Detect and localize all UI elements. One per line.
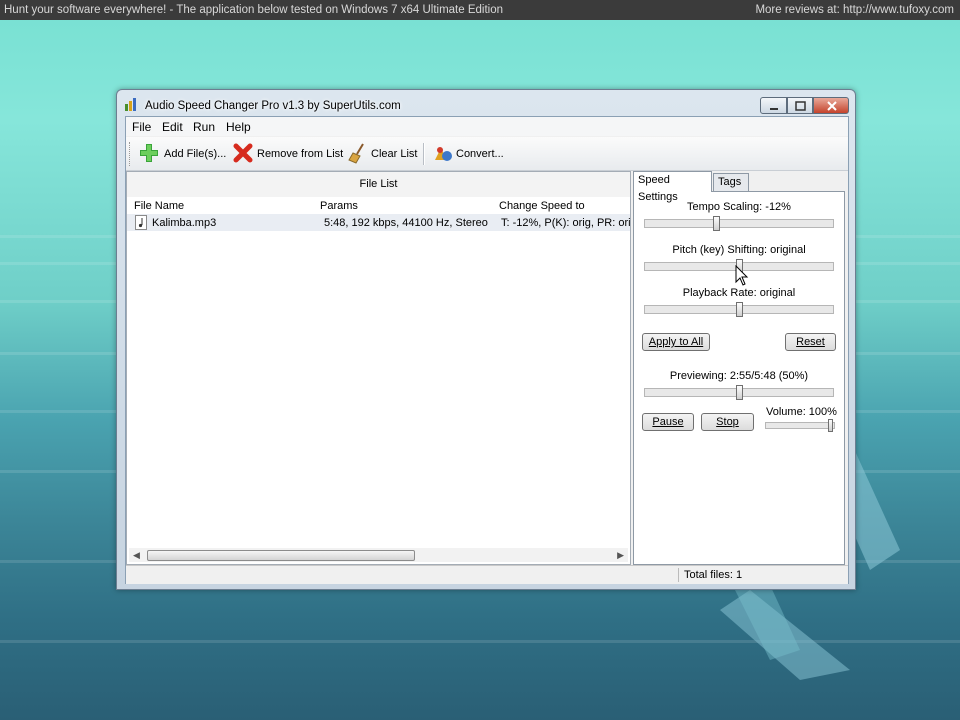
file-list-title: File List bbox=[127, 172, 630, 198]
column-change-speed[interactable]: Change Speed to bbox=[499, 200, 585, 212]
tab-speed-settings[interactable]: Speed Settings bbox=[633, 171, 712, 203]
app-icon bbox=[125, 98, 136, 111]
close-button[interactable] bbox=[813, 97, 849, 114]
tab-tags[interactable]: Tags bbox=[713, 173, 749, 192]
convert-label: Convert... bbox=[456, 148, 504, 160]
mouse-cursor-icon bbox=[735, 265, 749, 286]
minimize-icon bbox=[770, 108, 778, 110]
menu-edit[interactable]: Edit bbox=[162, 120, 183, 134]
scroll-right-icon[interactable]: ▶ bbox=[617, 550, 624, 561]
menu-bar: File Edit Run Help bbox=[126, 117, 848, 136]
tempo-slider[interactable] bbox=[644, 216, 834, 231]
menu-run[interactable]: Run bbox=[193, 120, 215, 134]
total-files-text: Total files: 1 bbox=[684, 569, 743, 581]
toolbar: Add File(s)... Remove from List Clear Li… bbox=[126, 137, 848, 171]
rate-slider-thumb[interactable] bbox=[736, 302, 743, 317]
row-params: 5:48, 192 kbps, 44100 Hz, Stereo bbox=[324, 217, 488, 229]
remove-icon bbox=[233, 143, 253, 163]
toolbar-separator bbox=[423, 143, 425, 165]
close-icon bbox=[827, 101, 837, 111]
remove-from-list-button[interactable]: Remove from List bbox=[232, 142, 343, 166]
maximize-button[interactable] bbox=[787, 97, 813, 114]
preview-label: Previewing: 2:55/5:48 (50%) bbox=[669, 370, 809, 382]
column-params[interactable]: Params bbox=[320, 200, 358, 212]
convert-button[interactable]: Convert... bbox=[432, 142, 504, 166]
pause-button[interactable]: Pause bbox=[642, 413, 694, 431]
volume-slider-thumb[interactable] bbox=[828, 419, 833, 432]
title-bar[interactable]: Audio Speed Changer Pro v1.3 by SuperUti… bbox=[117, 90, 855, 116]
horizontal-scrollbar[interactable]: ◀ ▶ bbox=[129, 548, 628, 562]
window-title: Audio Speed Changer Pro v1.3 by SuperUti… bbox=[145, 100, 401, 112]
scrollbar-thumb[interactable] bbox=[147, 550, 415, 561]
status-divider bbox=[678, 568, 679, 582]
pitch-label: Pitch (key) Shifting: original bbox=[672, 244, 806, 256]
top-banner: Hunt your software everywhere! - The app… bbox=[0, 0, 960, 20]
row-change-speed: T: -12%, P(K): orig, PR: orig bbox=[501, 217, 630, 229]
client-area: File Edit Run Help Add File(s)... Remove… bbox=[125, 116, 849, 584]
reset-button[interactable]: Reset bbox=[785, 333, 836, 351]
toolbar-grip[interactable] bbox=[129, 142, 133, 166]
convert-icon bbox=[435, 147, 452, 161]
clear-list-label: Clear List bbox=[371, 148, 418, 160]
rate-slider[interactable] bbox=[644, 302, 834, 317]
audio-file-icon bbox=[135, 215, 147, 230]
banner-right-text: More reviews at: http://www.tufoxy.com bbox=[755, 4, 954, 16]
stop-button[interactable]: Stop bbox=[701, 413, 754, 431]
clear-list-button[interactable]: Clear List bbox=[347, 142, 417, 166]
settings-panel: Speed Settings Tags Tempo Scaling: -12% … bbox=[633, 171, 846, 565]
broom-icon bbox=[348, 143, 364, 164]
remove-from-list-label: Remove from List bbox=[257, 148, 344, 160]
table-row[interactable]: Kalimba.mp3 5:48, 192 kbps, 44100 Hz, St… bbox=[127, 214, 630, 231]
apply-to-all-button[interactable]: Apply to All bbox=[642, 333, 710, 351]
rate-label: Playback Rate: original bbox=[682, 287, 796, 299]
row-file-name: Kalimba.mp3 bbox=[152, 217, 217, 229]
add-files-label: Add File(s)... bbox=[164, 148, 227, 160]
preview-slider[interactable] bbox=[644, 385, 834, 400]
minimize-button[interactable] bbox=[760, 97, 787, 114]
file-list-header: File Name Params Change Speed to bbox=[127, 197, 630, 213]
volume-slider[interactable] bbox=[765, 419, 835, 432]
app-window: Audio Speed Changer Pro v1.3 by SuperUti… bbox=[116, 89, 856, 590]
add-files-button[interactable]: Add File(s)... bbox=[138, 142, 227, 166]
column-file-name[interactable]: File Name bbox=[134, 200, 184, 212]
scroll-left-icon[interactable]: ◀ bbox=[133, 550, 140, 561]
add-icon bbox=[140, 144, 158, 162]
banner-left-text: Hunt your software everywhere! - The app… bbox=[4, 4, 504, 16]
menu-file[interactable]: File bbox=[132, 120, 151, 134]
preview-slider-thumb[interactable] bbox=[736, 385, 743, 400]
volume-label: Volume: 100% bbox=[766, 406, 837, 418]
file-list-panel: File List File Name Params Change Speed … bbox=[126, 171, 631, 565]
maximize-icon bbox=[795, 101, 806, 111]
speed-settings-body: Tempo Scaling: -12% Pitch (key) Shifting… bbox=[633, 191, 845, 565]
tempo-slider-thumb[interactable] bbox=[713, 216, 720, 231]
status-bar: Total files: 1 bbox=[126, 565, 848, 584]
menu-help[interactable]: Help bbox=[226, 120, 251, 134]
